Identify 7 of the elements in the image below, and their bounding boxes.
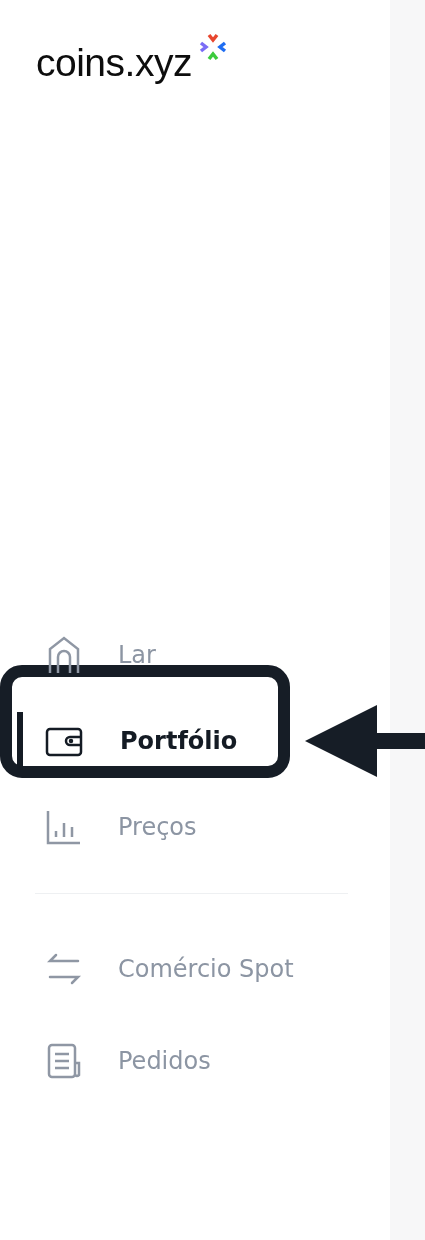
nav-item[interactable]: Lar bbox=[0, 612, 390, 698]
logo-mark-icon bbox=[197, 32, 228, 62]
logo-text: coins.xyz bbox=[36, 40, 192, 86]
nav-item[interactable]: Portfólio bbox=[0, 698, 390, 784]
nav-item[interactable]: Preços bbox=[0, 784, 390, 870]
nav-item[interactable]: Pedidos bbox=[0, 1015, 390, 1107]
nav-item[interactable]: Comércio Spot bbox=[0, 923, 390, 1015]
